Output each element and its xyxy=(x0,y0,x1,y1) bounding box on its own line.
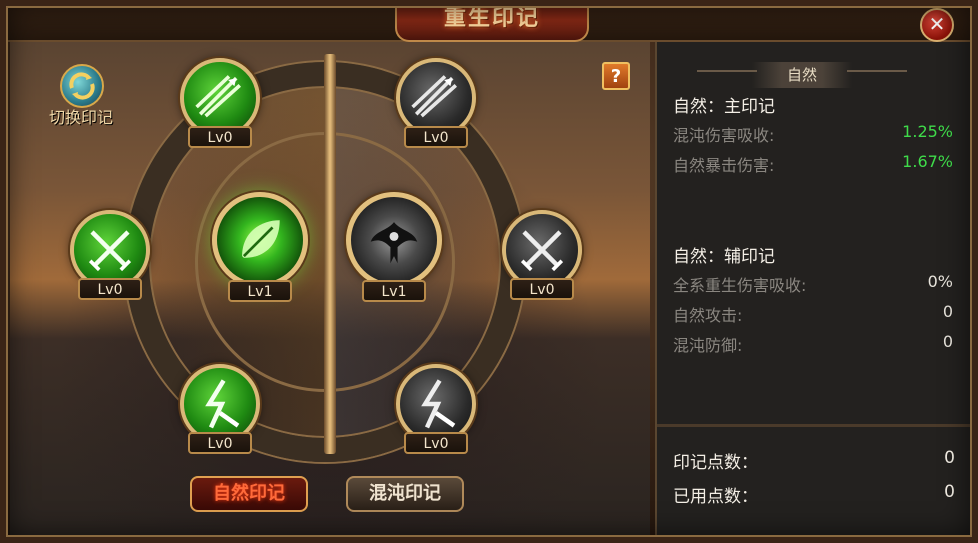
stat-row: 混沌防御: 0 xyxy=(673,332,953,355)
level-badge: Lv0 xyxy=(188,432,252,454)
tribal-emblem-icon[interactable] xyxy=(346,192,442,288)
stat-value: 1.67% xyxy=(902,152,953,171)
rebirth-mark-window: 重生印记 ✕ 切换印记 ? Lv0 Lv0 Lv1 Lv0 Lv0 Lv1 Lv… xyxy=(0,0,978,543)
stat-value: 0% xyxy=(927,272,953,291)
level-badge: Lv0 xyxy=(510,278,574,300)
level-badge: Lv0 xyxy=(188,126,252,148)
stat-row: 混沌伤害吸收: 1.25% xyxy=(673,122,953,145)
used-points-value: 0 xyxy=(944,482,955,502)
center-divider xyxy=(324,54,336,454)
swap-arrows-icon xyxy=(60,64,104,108)
level-badge: Lv0 xyxy=(404,432,468,454)
window-title: 重生印记 xyxy=(395,0,589,42)
help-button[interactable]: ? xyxy=(602,62,630,90)
mark-scene: 切换印记 ? Lv0 Lv0 Lv1 Lv0 Lv0 Lv1 Lv0 Lv0 自… xyxy=(10,42,650,537)
stat-name: 自然暴击伤害: xyxy=(673,156,775,175)
used-points-row: 已用点数： 0 xyxy=(673,482,955,507)
stat-name: 自然攻击: xyxy=(673,306,743,325)
stat-value: 1.25% xyxy=(902,122,953,141)
level-badge: Lv1 xyxy=(362,280,426,302)
level-badge: Lv1 xyxy=(228,280,292,302)
level-badge: Lv0 xyxy=(404,126,468,148)
stat-value: 0 xyxy=(942,302,953,321)
switch-mark-label: 切换印记 xyxy=(48,108,113,127)
mark-points-value: 0 xyxy=(944,448,955,468)
mark-points-row: 印记点数： 0 xyxy=(673,448,955,473)
stats-panel: 自然 自然：主印记 混沌伤害吸收: 1.25% 自然暴击伤害: 1.67% 自然… xyxy=(655,42,970,537)
level-badge: Lv0 xyxy=(78,278,142,300)
panel-header: 自然 xyxy=(697,62,907,88)
panel-divider xyxy=(657,424,970,427)
tab-chaos-mark[interactable]: 混沌印记 xyxy=(346,476,464,512)
stat-name: 混沌防御: xyxy=(673,336,743,355)
stat-row: 自然暴击伤害: 1.67% xyxy=(673,152,953,175)
leaf-icon[interactable] xyxy=(212,192,308,288)
stat-row: 全系重生伤害吸收: 0% xyxy=(673,272,953,295)
switch-mark-button[interactable]: 切换印记 xyxy=(38,64,128,128)
stat-row: 自然攻击: 0 xyxy=(673,302,953,325)
used-points-label: 已用点数： xyxy=(673,487,758,507)
stat-name: 全系重生伤害吸收: xyxy=(673,276,807,295)
mark-points-label: 印记点数： xyxy=(673,453,758,473)
tab-nature-mark[interactable]: 自然印记 xyxy=(190,476,308,512)
main-mark-title: 自然：主印记 xyxy=(673,97,775,117)
stat-value: 0 xyxy=(942,332,953,351)
close-button[interactable]: ✕ xyxy=(920,8,954,42)
stat-name: 混沌伤害吸收: xyxy=(673,126,775,145)
aux-mark-title: 自然：辅印记 xyxy=(673,247,775,267)
